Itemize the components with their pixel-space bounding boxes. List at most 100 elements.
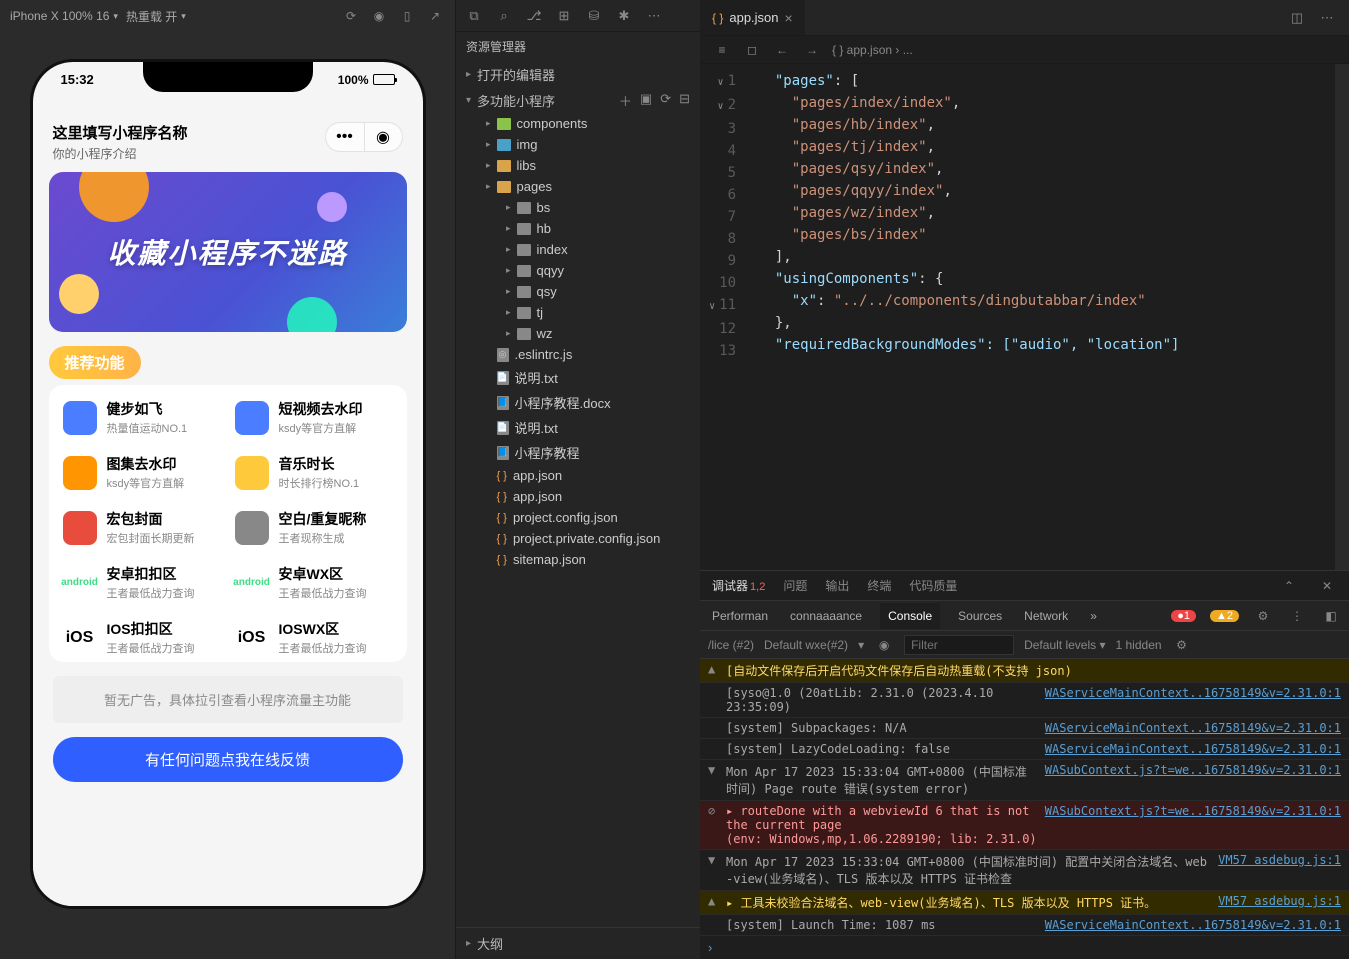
levels-dropdown[interactable]: Default levels ▾: [1024, 638, 1105, 652]
extension-icon[interactable]: ⊞: [554, 6, 574, 26]
tab-performance[interactable]: Performan: [708, 609, 772, 623]
more-icon[interactable]: ⋯: [644, 6, 664, 26]
code-editor[interactable]: ∨1∨2345678910∨111213 "pages": [ "pages/i…: [700, 64, 1349, 570]
tab-console[interactable]: Console: [880, 603, 940, 629]
filter-gear-icon[interactable]: ⚙: [1172, 635, 1192, 655]
warn-count-badge[interactable]: ▲2: [1210, 610, 1239, 622]
new-folder-icon[interactable]: ▣: [640, 91, 652, 110]
log-line[interactable]: [system] LazyCodeLoading: falseWAService…: [700, 739, 1349, 760]
log-line[interactable]: ▲[自动文件保存后开启代码文件保存后自动热重载(不支持 json): [700, 659, 1349, 683]
eye-icon[interactable]: ◉: [874, 635, 894, 655]
feature-item[interactable]: 空白/重复昵称王者现称生成: [235, 509, 393, 546]
log-source-link[interactable]: VM57 asdebug.js:1: [1218, 853, 1341, 867]
hidden-count[interactable]: 1 hidden: [1116, 638, 1162, 652]
tree-folder[interactable]: tj: [456, 302, 700, 323]
feature-item[interactable]: iOSIOSWX区王者最低战力查询: [235, 619, 393, 656]
log-source-link[interactable]: WASubContext.js?t=we..16758149&v=2.31.0:…: [1045, 763, 1341, 777]
tree-file[interactable]: 📘小程序教程: [456, 440, 700, 465]
branch-icon[interactable]: ⎇: [524, 6, 544, 26]
filter-levels[interactable]: Default wxe(#2): [764, 638, 848, 652]
list-icon[interactable]: ≡: [712, 40, 732, 60]
capsule-more-icon[interactable]: •••: [326, 122, 364, 152]
chevron-up-icon[interactable]: ⌃: [1279, 576, 1299, 596]
feature-item[interactable]: 宏包封面宏包封面长期更新: [63, 509, 221, 546]
collapse-icon[interactable]: ⊟: [679, 91, 690, 110]
error-count-badge[interactable]: ●1: [1171, 610, 1196, 622]
log-line[interactable]: ⊘▸ routeDone with a webviewId 6 that is …: [700, 801, 1349, 850]
filter-input[interactable]: [904, 635, 1014, 655]
close-tab-icon[interactable]: ×: [785, 10, 793, 26]
log-line[interactable]: [system] Subpackages: N/AWAServiceMainCo…: [700, 718, 1349, 739]
tree-file[interactable]: app.json: [456, 486, 700, 507]
tree-folder[interactable]: hb: [456, 218, 700, 239]
search-icon[interactable]: ⌕: [494, 6, 514, 26]
log-line[interactable]: [syso@1.0 (20atLib: 2.31.0 (2023.4.10 23…: [700, 683, 1349, 718]
log-source-link[interactable]: WAServiceMainContext..16758149&v=2.31.0:…: [1045, 918, 1341, 932]
bug-icon[interactable]: ✱: [614, 6, 634, 26]
tree-file[interactable]: project.config.json: [456, 507, 700, 528]
tree-folder[interactable]: qqyy: [456, 260, 700, 281]
tree-folder[interactable]: wz: [456, 323, 700, 344]
tab-sources[interactable]: Sources: [954, 609, 1006, 623]
log-source-link[interactable]: WAServiceMainContext..16758149&v=2.31.0:…: [1045, 742, 1341, 756]
tree-folder[interactable]: components: [456, 113, 700, 134]
tree-file[interactable]: 📄说明.txt: [456, 415, 700, 440]
feature-item[interactable]: android安卓WX区王者最低战力查询: [235, 564, 393, 601]
record-icon[interactable]: ◉: [369, 6, 389, 26]
cloud-icon[interactable]: ⛁: [584, 6, 604, 26]
dock-icon[interactable]: ◧: [1321, 606, 1341, 626]
tree-folder[interactable]: bs: [456, 197, 700, 218]
new-file-icon[interactable]: ＋: [619, 91, 632, 110]
tree-file[interactable]: app.json: [456, 465, 700, 486]
tab-debugger[interactable]: 调试器1,2: [712, 577, 765, 594]
log-line[interactable]: ▼Mon Apr 17 2023 15:33:04 GMT+0800 (中国标准…: [700, 850, 1349, 891]
tree-file[interactable]: sitemap.json: [456, 549, 700, 570]
refresh-tree-icon[interactable]: ⟳: [660, 91, 671, 110]
filter-context[interactable]: /lice (#2): [708, 638, 754, 652]
refresh-icon[interactable]: ⟳: [341, 6, 361, 26]
feature-item[interactable]: android安卓扣扣区王者最低战力查询: [63, 564, 221, 601]
bookmark-icon[interactable]: ◻: [742, 40, 762, 60]
log-source-link[interactable]: WAServiceMainContext..16758149&v=2.31.0:…: [1045, 721, 1341, 735]
feedback-button[interactable]: 有任何问题点我在线反馈: [53, 737, 403, 782]
close-panel-icon[interactable]: ✕: [1317, 576, 1337, 596]
back-icon[interactable]: ←: [772, 40, 792, 60]
tab-quality[interactable]: 代码质量: [909, 577, 957, 594]
feature-item[interactable]: 图集去水印ksdy等官方直解: [63, 454, 221, 491]
tab-more[interactable]: »: [1086, 609, 1101, 623]
editor-more-icon[interactable]: ⋯: [1317, 8, 1337, 28]
tree-folder[interactable]: index: [456, 239, 700, 260]
tree-folder[interactable]: libs: [456, 155, 700, 176]
split-editor-icon[interactable]: ◫: [1287, 8, 1307, 28]
outline-section[interactable]: 大纲: [456, 927, 700, 959]
editor-tab-app-json[interactable]: { } app.json ×: [700, 0, 806, 35]
kebab-icon[interactable]: ⋮: [1287, 606, 1307, 626]
log-source-link[interactable]: WAServiceMainContext..16758149&v=2.31.0:…: [1045, 686, 1341, 700]
tree-folder[interactable]: img: [456, 134, 700, 155]
log-line[interactable]: ▲▸ 工具未校验合法域名、web-view(业务域名)、TLS 版本以及 HTT…: [700, 891, 1349, 915]
tree-file[interactable]: 📄说明.txt: [456, 365, 700, 390]
log-source-link[interactable]: VM57 asdebug.js:1: [1218, 894, 1341, 908]
popout-icon[interactable]: ↗: [425, 6, 445, 26]
copy-icon[interactable]: ⧉: [464, 6, 484, 26]
log-source-link[interactable]: WASubContext.js?t=we..16758149&v=2.31.0:…: [1045, 804, 1341, 818]
log-line[interactable]: ▼Mon Apr 17 2023 15:33:04 GMT+0800 (中国标准…: [700, 760, 1349, 801]
hero-banner[interactable]: 收藏小程序不迷路: [49, 172, 407, 332]
hot-reload-toggle[interactable]: 热重载 开: [126, 8, 186, 25]
tab-network[interactable]: Network: [1020, 609, 1072, 623]
capsule-close-icon[interactable]: ◉: [364, 122, 402, 152]
tree-file[interactable]: ◎.eslintrc.js: [456, 344, 700, 365]
device-icon[interactable]: ▯: [397, 6, 417, 26]
tree-folder[interactable]: qsy: [456, 281, 700, 302]
open-editors-section[interactable]: 打开的编辑器: [456, 61, 700, 88]
minimap[interactable]: [1335, 64, 1349, 570]
feature-item[interactable]: iOSIOS扣扣区王者最低战力查询: [63, 619, 221, 656]
tab-output[interactable]: 输出: [825, 577, 849, 594]
feature-item[interactable]: 健步如飞热量值运动NO.1: [63, 399, 221, 436]
device-selector[interactable]: iPhone X 100% 16: [10, 9, 118, 23]
breadcrumb-path[interactable]: { } app.json › ...: [832, 43, 913, 57]
console-log[interactable]: ▲[自动文件保存后开启代码文件保存后自动热重载(不支持 json)[syso@1…: [700, 659, 1349, 936]
feature-item[interactable]: 音乐时长时长排行榜NO.1: [235, 454, 393, 491]
tab-problems[interactable]: 问题: [783, 577, 807, 594]
feature-item[interactable]: 短视频去水印ksdy等官方直解: [235, 399, 393, 436]
